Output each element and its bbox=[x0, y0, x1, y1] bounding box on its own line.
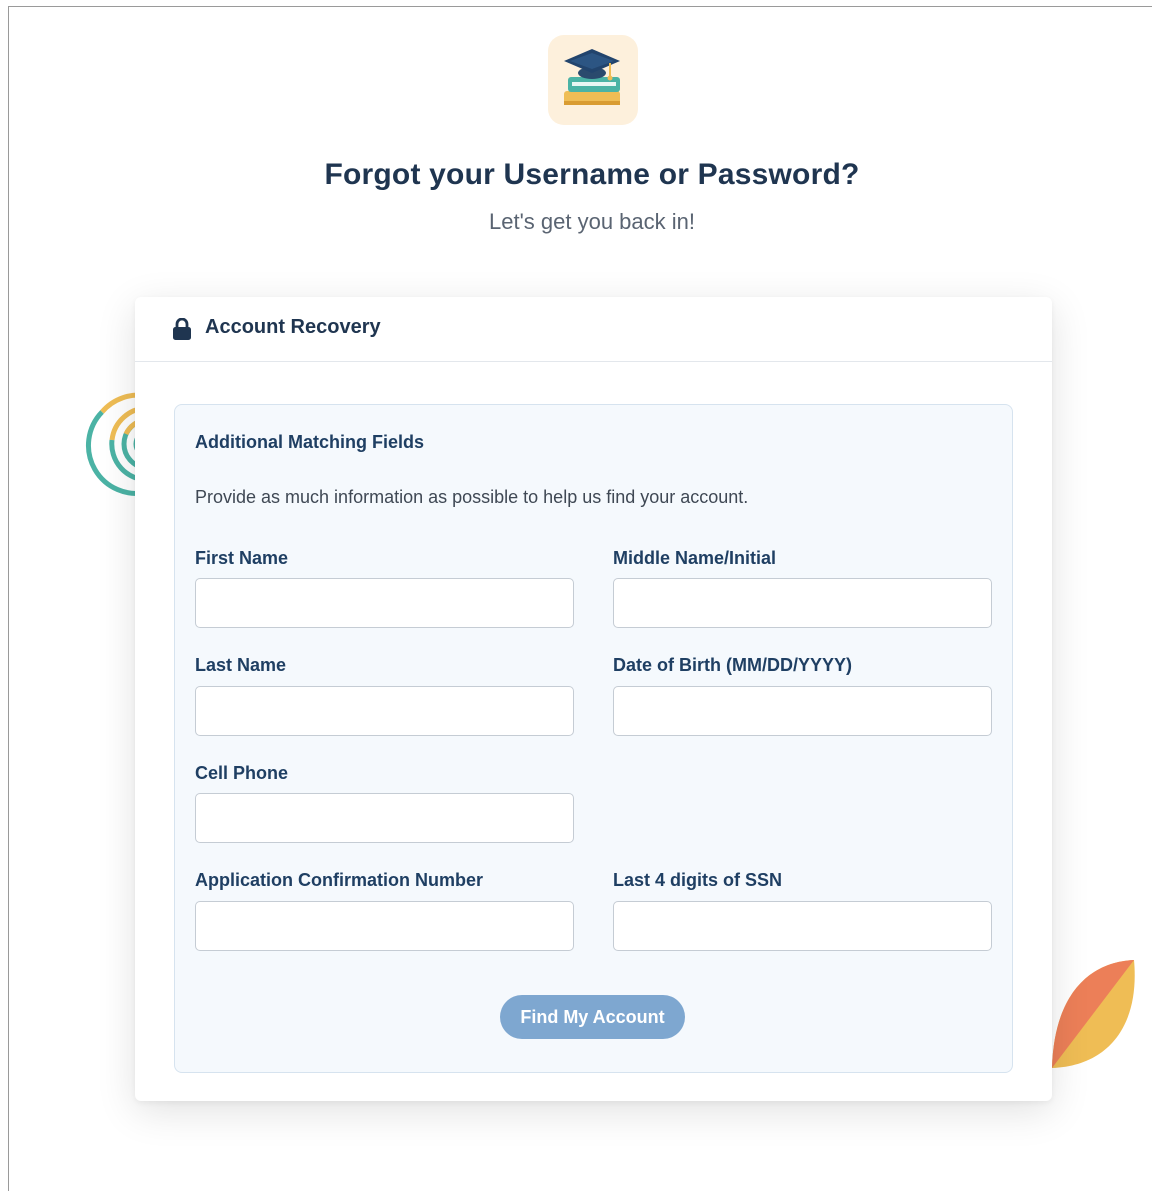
middle-name-input[interactable] bbox=[613, 578, 992, 628]
app-logo bbox=[548, 35, 638, 125]
first-name-label: First Name bbox=[195, 548, 289, 568]
cell-phone-input[interactable] bbox=[195, 793, 574, 843]
confirmation-number-input[interactable] bbox=[195, 901, 574, 951]
panel-description: Provide as much information as possible … bbox=[195, 487, 749, 507]
page-title: Forgot your Username or Password? bbox=[324, 158, 860, 191]
ssn-last4-label: Last 4 digits of SSN bbox=[613, 870, 783, 890]
card-header: Account Recovery bbox=[135, 297, 1052, 362]
confirmation-number-label: Application Confirmation Number bbox=[195, 870, 483, 890]
cell-phone-label: Cell Phone bbox=[195, 763, 289, 783]
card-title: Account Recovery bbox=[205, 316, 381, 338]
last-name-input[interactable] bbox=[195, 686, 574, 736]
find-my-account-button[interactable]: Find My Account bbox=[500, 995, 685, 1039]
lock-icon bbox=[173, 318, 191, 340]
dob-input[interactable] bbox=[613, 686, 992, 736]
ssn-last4-input[interactable] bbox=[613, 901, 992, 951]
first-name-input[interactable] bbox=[195, 578, 574, 628]
leaf-decoration bbox=[1052, 960, 1135, 1068]
graduation-cap-books-icon bbox=[564, 49, 620, 105]
account-recovery-card: Account Recovery Additional Matching Fie… bbox=[135, 297, 1052, 1101]
matching-fields-panel: Additional Matching Fields Provide as mu… bbox=[174, 404, 1013, 1073]
panel-heading: Additional Matching Fields bbox=[195, 432, 424, 452]
dob-label: Date of Birth (MM/DD/YYYY) bbox=[613, 655, 853, 675]
middle-name-label: Middle Name/Initial bbox=[613, 548, 777, 568]
concentric-circles-decoration bbox=[86, 392, 140, 496]
page-subtitle: Let's get you back in! bbox=[489, 209, 695, 234]
last-name-label: Last Name bbox=[195, 655, 287, 675]
